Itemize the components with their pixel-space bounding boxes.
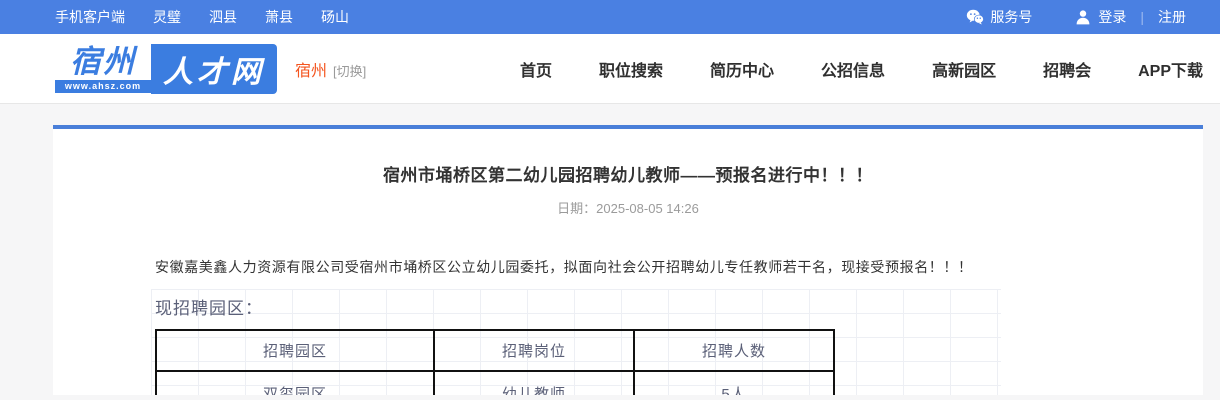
table-header-park: 招聘园区 <box>155 329 435 372</box>
table-header-headcount: 招聘人数 <box>633 329 835 372</box>
topbar-links: 手机客户端 灵璧 泗县 萧县 砀山 <box>55 7 349 27</box>
cell-park-name: 双玺园区 <box>155 370 435 395</box>
article-date: 日期：2025-08-05 14:26 <box>557 201 699 216</box>
nav-item-public-recruitment-info[interactable]: 公招信息 <box>821 57 885 81</box>
cell-headcount: 5人 <box>633 370 835 395</box>
site-header: 宿州 www.ahsz.com 人才网 宿州 [切换] 首页 职位搜索 简历中心… <box>0 34 1220 104</box>
nav-item-hightech-zone[interactable]: 高新园区 <box>932 57 996 81</box>
main-navigation: 首页 职位搜索 简历中心 公招信息 高新园区 招聘会 APP下载 <box>520 57 1203 81</box>
nav-item-resume-center[interactable]: 简历中心 <box>710 57 774 81</box>
cell-position: 幼儿教师 <box>433 370 635 395</box>
pasted-grid-zone: 现招聘园区： 招聘园区 招聘岗位 招聘人数 双玺园区 幼儿教师 5人 <box>151 289 1001 395</box>
table-row: 双玺园区 幼儿教师 5人 <box>155 370 835 395</box>
service-account-label: 服务号 <box>990 9 1033 25</box>
topbar-link-lingbi[interactable]: 灵璧 <box>153 7 181 27</box>
service-account-link[interactable]: 服务号 <box>966 7 1032 27</box>
logo-city-block: 宿州 www.ahsz.com <box>55 43 151 94</box>
table-header-position: 招聘岗位 <box>433 329 635 372</box>
recruitment-table: 招聘园区 招聘岗位 招聘人数 双玺园区 幼儿教师 5人 <box>155 329 835 395</box>
current-city-label: 宿州 <box>295 62 328 80</box>
topbar-divider: | <box>1140 9 1144 25</box>
site-logo[interactable]: 宿州 www.ahsz.com 人才网 <box>55 43 277 94</box>
topbar-account-area: 服务号 登录 | 注册 <box>966 7 1186 27</box>
register-link[interactable]: 注册 <box>1158 7 1186 27</box>
login-label[interactable]: 登录 <box>1098 7 1126 27</box>
city-selector: 宿州 [切换] <box>295 57 366 81</box>
logo-city-text: 宿州 <box>70 43 136 79</box>
article-body: 安徽嘉美鑫人力资源有限公司受宿州市埇桥区公立幼儿园委托，拟面向社会公开招聘幼儿专… <box>53 257 1203 395</box>
login-link[interactable]: 登录 <box>1074 7 1126 27</box>
article-card: 宿州市埇桥区第二幼儿园招聘幼儿教师——预报名进行中！！！ 日期：2025-08-… <box>53 125 1203 395</box>
page-gap <box>0 104 1220 125</box>
table-header-row: 招聘园区 招聘岗位 招聘人数 <box>155 329 835 372</box>
nav-item-home[interactable]: 首页 <box>520 57 552 81</box>
topbar-link-sixian[interactable]: 泗县 <box>209 7 237 27</box>
article-title: 宿州市埇桥区第二幼儿园招聘幼儿教师——预报名进行中！！！ <box>383 166 873 185</box>
nav-item-job-search[interactable]: 职位搜索 <box>599 57 663 81</box>
topbar-link-dangshan[interactable]: 砀山 <box>321 7 349 27</box>
topbar-link-xiaoxian[interactable]: 萧县 <box>265 7 293 27</box>
topbar-link-mobile-client[interactable]: 手机客户端 <box>55 7 125 27</box>
logo-url-text: www.ahsz.com <box>55 79 151 93</box>
user-icon <box>1074 8 1092 26</box>
logo-suffix-block: 人才网 <box>151 43 277 94</box>
section-label-parks: 现招聘园区： <box>155 299 263 318</box>
top-utility-bar: 手机客户端 灵璧 泗县 萧县 砀山 服务号 登录 | 注册 <box>0 0 1220 34</box>
article-intro-paragraph: 安徽嘉美鑫人力资源有限公司受宿州市埇桥区公立幼儿园委托，拟面向社会公开招聘幼儿专… <box>155 259 973 275</box>
nav-item-job-fair[interactable]: 招聘会 <box>1043 57 1091 81</box>
switch-city-button[interactable]: [切换] <box>333 61 366 80</box>
wechat-icon <box>966 8 985 26</box>
nav-item-app-download[interactable]: APP下载 <box>1138 57 1203 81</box>
